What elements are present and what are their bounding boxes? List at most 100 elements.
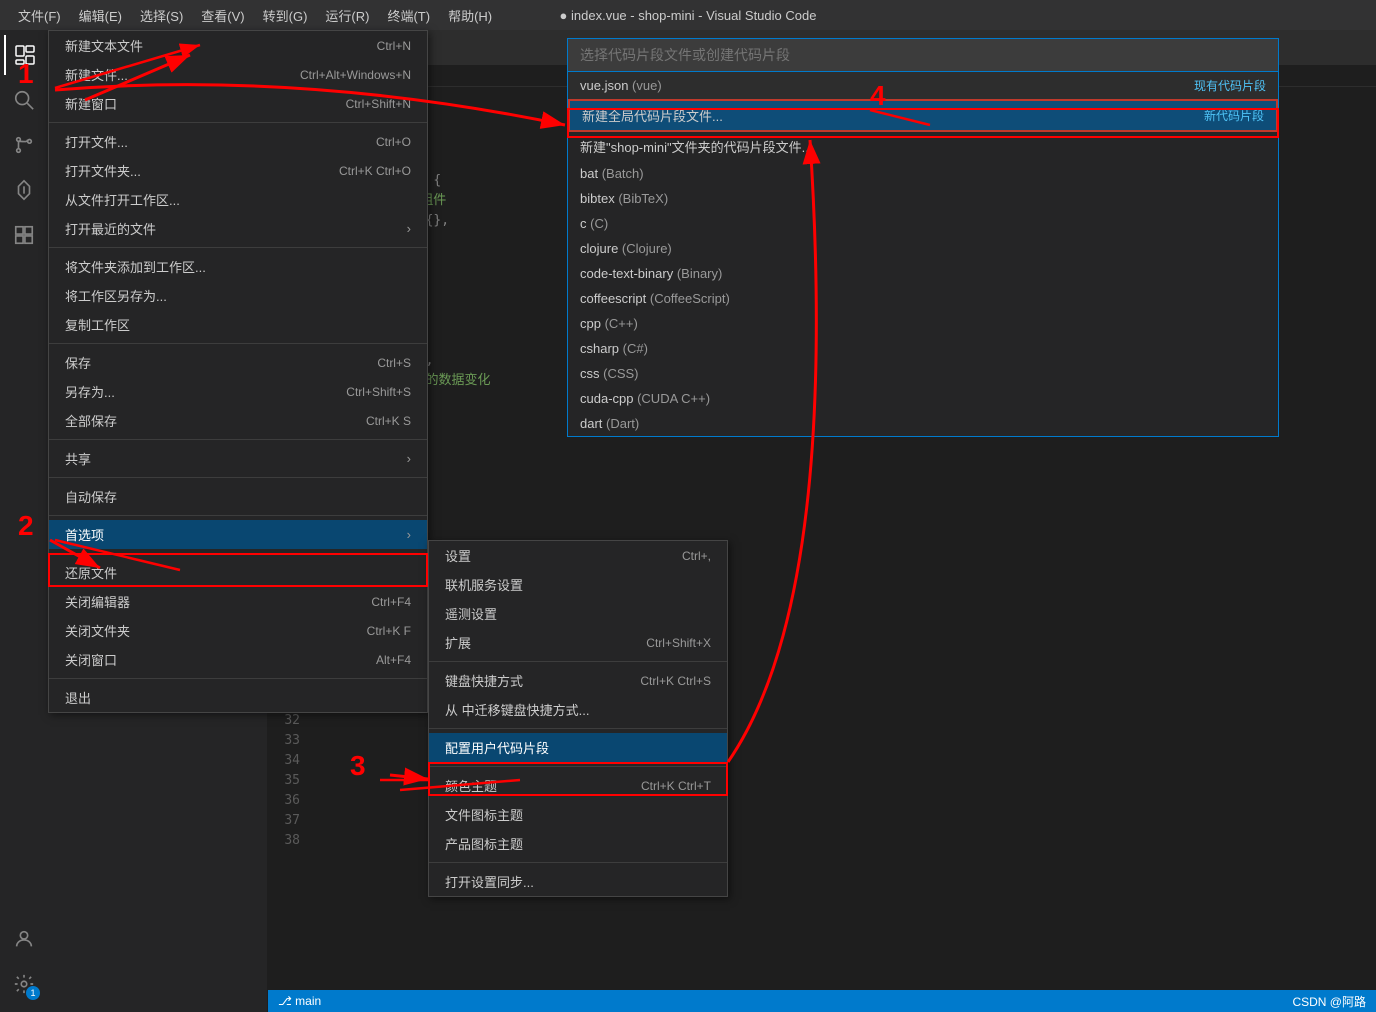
snippet-item-css[interactable]: css (CSS) [568, 361, 1278, 386]
menu-open-workspace[interactable]: 从文件打开工作区... [49, 185, 427, 214]
menu-item-label: 首选项 [65, 525, 104, 544]
shortcut-label: Ctrl+Alt+Windows+N [300, 68, 411, 82]
menu-item-label: 退出 [65, 688, 91, 707]
menu-recent[interactable]: 打开最近的文件 › [49, 214, 427, 243]
menu-share[interactable]: 共享 › [49, 444, 427, 473]
menu-file[interactable]: 文件(F) [10, 4, 69, 27]
snippet-label: c (C) [580, 216, 608, 231]
snippet-action: 新代码片段 [1204, 107, 1264, 124]
snippet-item-bat[interactable]: bat (Batch) [568, 161, 1278, 186]
snippet-item-csharp[interactable]: csharp (C#) [568, 336, 1278, 361]
titlebar: 文件(F) 编辑(E) 选择(S) 查看(V) 转到(G) 运行(R) 终端(T… [0, 0, 1376, 30]
prefs-menu: 设置 Ctrl+, 联机服务设置 遥测设置 扩展 Ctrl+Shift+X 键盘… [428, 540, 728, 897]
menu-save[interactable]: 保存 Ctrl+S [49, 348, 427, 377]
menu-goto[interactable]: 转到(G) [255, 4, 316, 27]
shortcut-label: Ctrl+O [376, 135, 411, 149]
menu-close-editor[interactable]: 关闭编辑器 Ctrl+F4 [49, 587, 427, 616]
snippet-item-c[interactable]: c (C) [568, 211, 1278, 236]
menu-run[interactable]: 运行(R) [317, 4, 377, 27]
snippet-label: 新建"shop-mini"文件夹的代码片段文件... [580, 137, 812, 156]
snippet-item-coffeescript[interactable]: coffeescript (CoffeeScript) [568, 286, 1278, 311]
shortcut-label: Ctrl+S [377, 356, 411, 370]
menu-edit[interactable]: 编辑(E) [71, 4, 130, 27]
activity-search[interactable] [4, 80, 44, 120]
prefs-product-icon-theme[interactable]: 产品图标主题 [429, 829, 727, 858]
prefs-sync[interactable]: 打开设置同步... [429, 867, 727, 896]
menu-new-file[interactable]: 新建文件... Ctrl+Alt+Windows+N [49, 60, 427, 89]
prefs-item-label: 打开设置同步... [445, 872, 534, 891]
snippet-item-clojure[interactable]: clojure (Clojure) [568, 236, 1278, 261]
activity-settings[interactable] [4, 964, 44, 1004]
prefs-extensions[interactable]: 扩展 Ctrl+Shift+X [429, 628, 727, 657]
snippet-label: bibtex (BibTeX) [580, 191, 668, 206]
menu-open-file[interactable]: 打开文件... Ctrl+O [49, 127, 427, 156]
menu-duplicate-workspace[interactable]: 复制工作区 [49, 310, 427, 339]
activity-explorer[interactable] [4, 35, 44, 75]
snippet-label: coffeescript (CoffeeScript) [580, 291, 730, 306]
prefs-telemetry[interactable]: 遥测设置 [429, 599, 727, 628]
snippet-item-cuda[interactable]: cuda-cpp (CUDA C++) [568, 386, 1278, 411]
activity-git[interactable] [4, 125, 44, 165]
snippet-action: 现有代码片段 [1194, 77, 1266, 94]
prefs-item-label: 从 中迁移键盘快捷方式... [445, 700, 589, 719]
window-title: ● index.vue - shop-mini - Visual Studio … [560, 8, 817, 23]
menu-close-folder[interactable]: 关闭文件夹 Ctrl+K F [49, 616, 427, 645]
menu-close-window[interactable]: 关闭窗口 Alt+F4 [49, 645, 427, 674]
snippet-item-binary[interactable]: code-text-binary (Binary) [568, 261, 1278, 286]
status-branch[interactable]: ⎇ main [278, 994, 321, 1008]
shortcut-label: Ctrl+Shift+X [646, 636, 711, 650]
snippet-item-dart[interactable]: dart (Dart) [568, 411, 1278, 436]
menu-item-label: 另存为... [65, 382, 115, 401]
menu-help[interactable]: 帮助(H) [440, 4, 500, 27]
snippet-label: csharp (C#) [580, 341, 648, 356]
prefs-color-theme[interactable]: 颜色主题 Ctrl+K Ctrl+T [429, 771, 727, 800]
prefs-keybindings[interactable]: 键盘快捷方式 Ctrl+K Ctrl+S [429, 666, 727, 695]
menu-quit[interactable]: 退出 [49, 683, 427, 712]
arrow-icon: › [407, 221, 411, 236]
prefs-item-label: 联机服务设置 [445, 575, 523, 594]
menu-open-folder[interactable]: 打开文件夹... Ctrl+K Ctrl+O [49, 156, 427, 185]
prefs-item-label: 遥测设置 [445, 604, 497, 623]
menu-new-text-file[interactable]: 新建文本文件 Ctrl+N [49, 31, 427, 60]
menu-auto-save[interactable]: 自动保存 [49, 482, 427, 511]
menu-save-as[interactable]: 另存为... Ctrl+Shift+S [49, 377, 427, 406]
prefs-user-snippets[interactable]: 配置用户代码片段 [429, 733, 727, 762]
menu-new-window[interactable]: 新建窗口 Ctrl+Shift+N [49, 89, 427, 118]
menu-select[interactable]: 选择(S) [132, 4, 191, 27]
menu-item-label: 关闭窗口 [65, 650, 117, 669]
prefs-settings[interactable]: 设置 Ctrl+, [429, 541, 727, 570]
menu-item-label: 全部保存 [65, 411, 117, 430]
menu-terminal[interactable]: 终端(T) [379, 4, 438, 27]
prefs-file-icon-theme[interactable]: 文件图标主题 [429, 800, 727, 829]
shortcut-label: Ctrl+K S [366, 414, 411, 428]
menu-add-folder[interactable]: 将文件夹添加到工作区... [49, 252, 427, 281]
activity-debug[interactable] [4, 170, 44, 210]
prefs-migrate-keybindings[interactable]: 从 中迁移键盘快捷方式... [429, 695, 727, 724]
snippet-item-cpp[interactable]: cpp (C++) [568, 311, 1278, 336]
menu-preferences[interactable]: 首选项 › [49, 520, 427, 549]
status-csdn: CSDN @阿路 [1292, 993, 1366, 1010]
menu-view[interactable]: 查看(V) [193, 4, 252, 27]
menu-save-all[interactable]: 全部保存 Ctrl+K S [49, 406, 427, 435]
snippet-label: css (CSS) [580, 366, 639, 381]
shortcut-label: Ctrl+K Ctrl+O [339, 164, 411, 178]
snippet-item-vue[interactable]: vue.json (vue) 现有代码片段 [568, 72, 1278, 99]
snippet-item-new-workspace[interactable]: 新建"shop-mini"文件夹的代码片段文件... [568, 132, 1278, 161]
activity-account[interactable] [4, 919, 44, 959]
activity-extensions[interactable] [4, 215, 44, 255]
menu-save-workspace[interactable]: 将工作区另存为... [49, 281, 427, 310]
snippet-label: vue.json (vue) [580, 78, 662, 93]
snippet-label: cpp (C++) [580, 316, 638, 331]
prefs-online[interactable]: 联机服务设置 [429, 570, 727, 599]
snippet-item-bibtex[interactable]: bibtex (BibTeX) [568, 186, 1278, 211]
snippet-search-input[interactable] [568, 39, 1278, 72]
code-line [316, 451, 1368, 551]
menu-item-label: 自动保存 [65, 487, 117, 506]
menu-revert[interactable]: 还原文件 [49, 558, 427, 587]
snippet-item-new-global[interactable]: 新建全局代码片段文件... 新代码片段 [568, 99, 1278, 132]
menu-separator [49, 477, 427, 478]
prefs-item-label: 文件图标主题 [445, 805, 523, 824]
menu-item-label: 还原文件 [65, 563, 117, 582]
shortcut-label: Ctrl+K Ctrl+T [641, 779, 711, 793]
snippet-label: clojure (Clojure) [580, 241, 672, 256]
